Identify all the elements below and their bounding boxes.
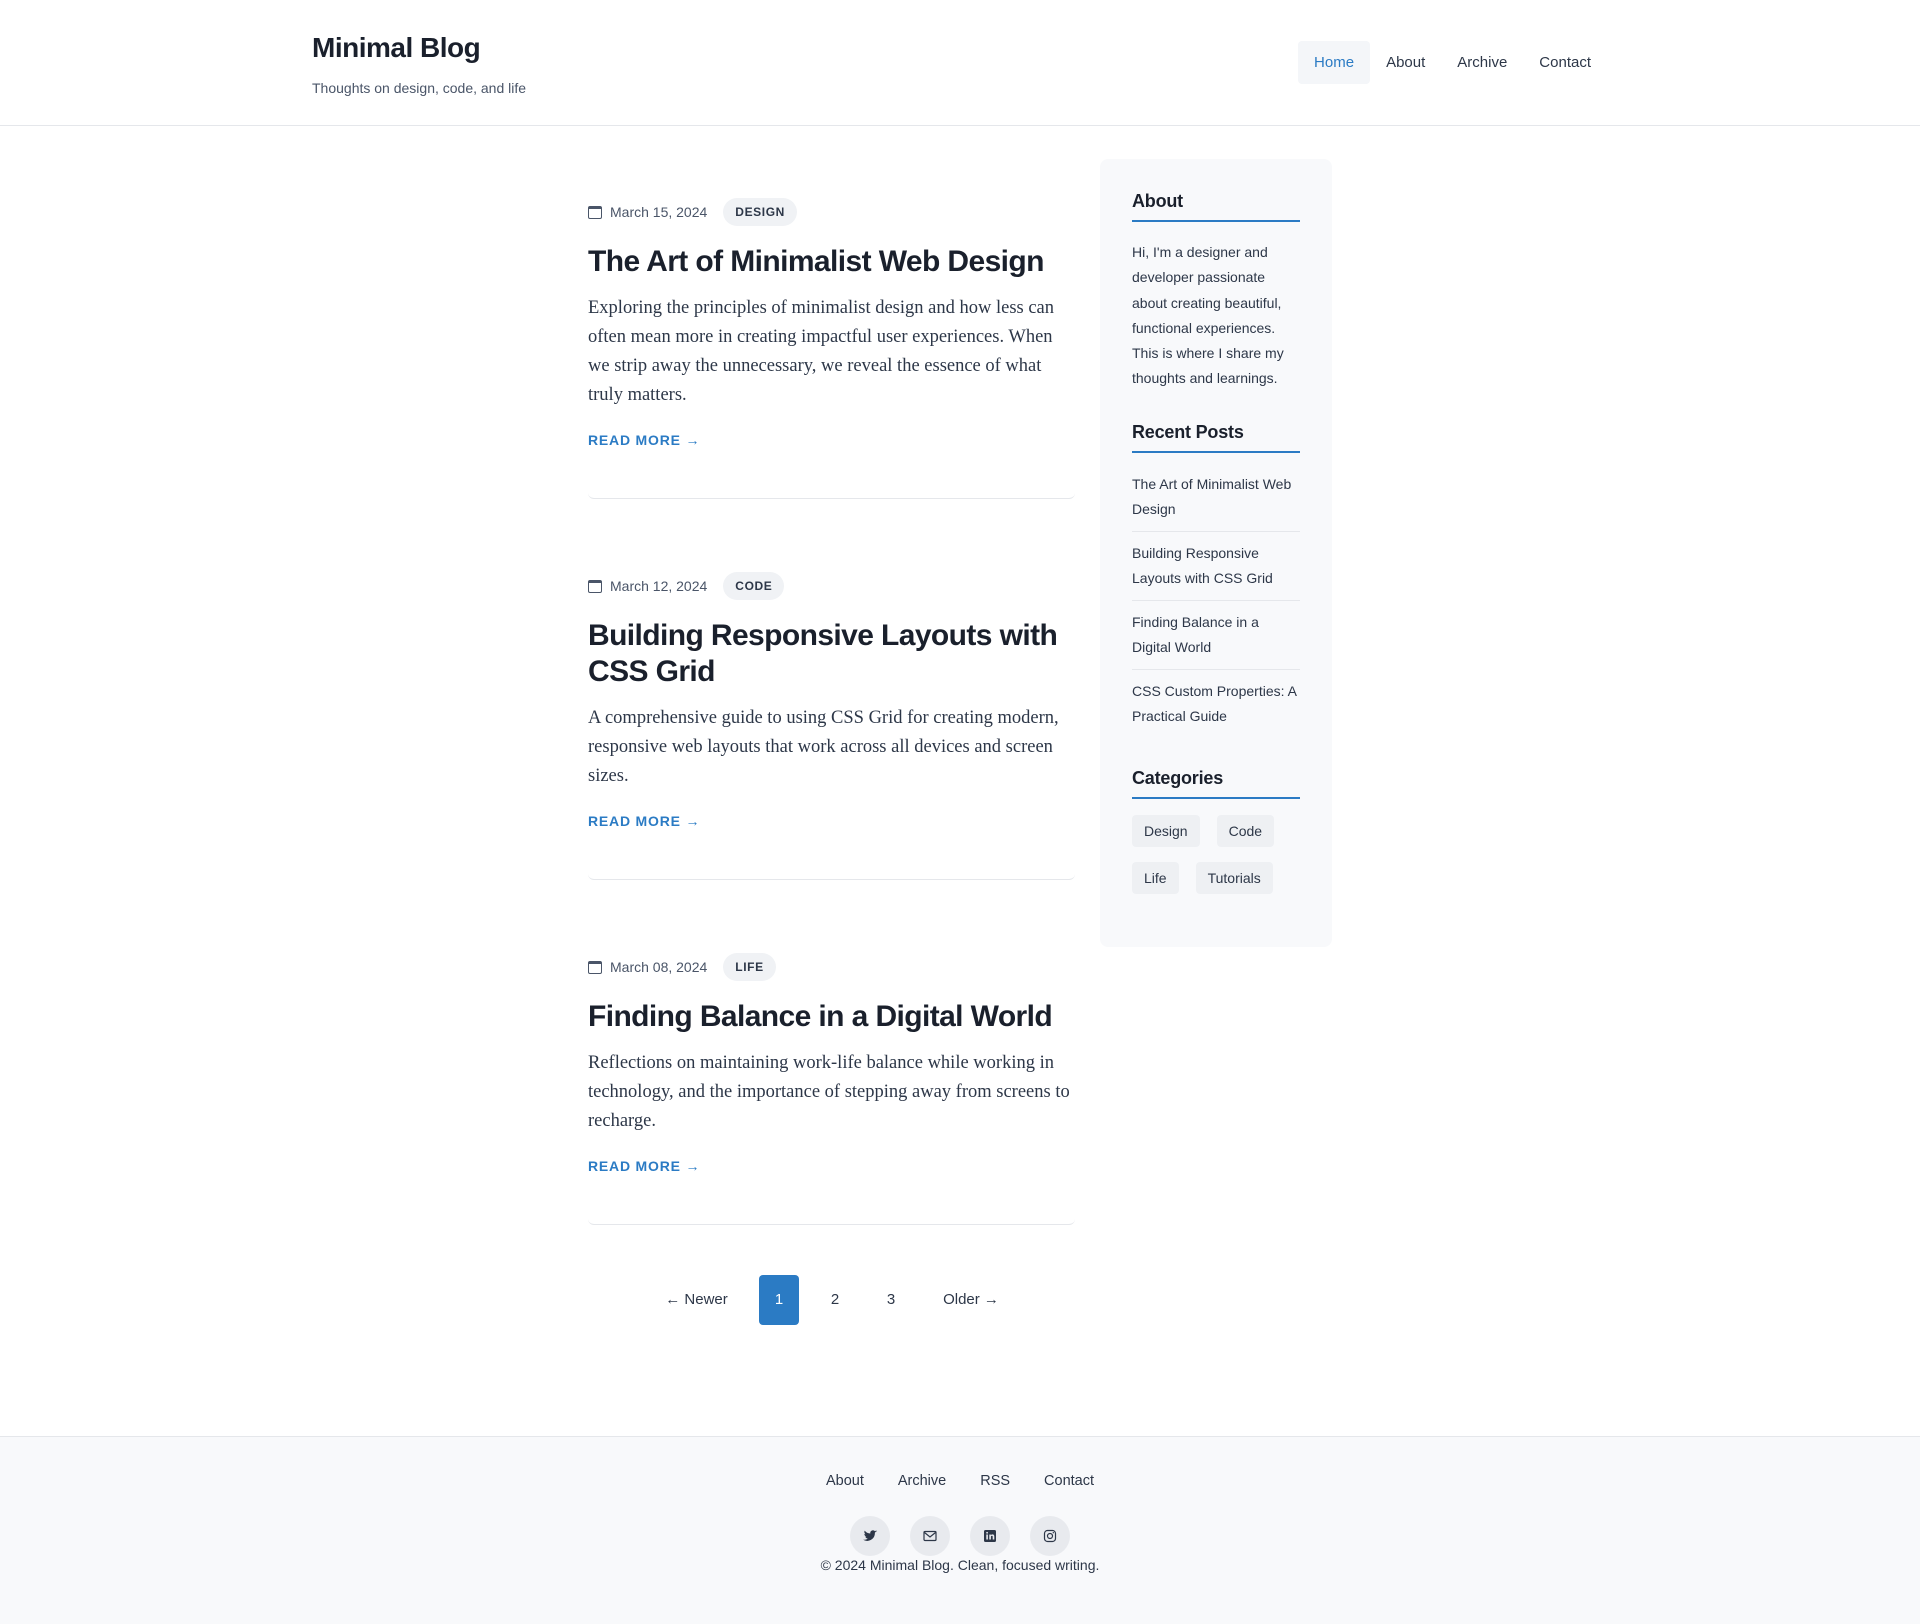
- calendar-icon: [588, 579, 602, 593]
- categories-list: Design Code Life Tutorials: [1132, 814, 1300, 894]
- post-title[interactable]: The Art of Minimalist Web Design: [588, 244, 1075, 280]
- nav-about[interactable]: About: [1370, 41, 1441, 84]
- categories-widget: Categories Design Code Life Tutorials: [1132, 768, 1300, 894]
- calendar-icon: [588, 205, 602, 219]
- recent-posts-title: Recent Posts: [1132, 422, 1300, 453]
- post-meta: March 15, 2024 DESIGN: [588, 198, 1075, 226]
- sidebar: About Hi, I'm a designer and developer p…: [1100, 159, 1332, 947]
- post-card: March 12, 2024 CODE Building Responsive …: [588, 572, 1075, 880]
- linkedin-icon[interactable]: [970, 1516, 1010, 1556]
- post-excerpt: A comprehensive guide to using CSS Grid …: [588, 708, 1059, 786]
- instagram-icon[interactable]: [1030, 1516, 1070, 1556]
- post-excerpt: Exploring the principles of minimalist d…: [588, 298, 1055, 405]
- about-text: Hi, I'm a designer and developer passion…: [1132, 244, 1284, 387]
- post-meta: March 12, 2024 CODE: [588, 572, 1075, 600]
- recent-post-link[interactable]: Building Responsive Layouts with CSS Gri…: [1132, 532, 1300, 601]
- pagination: ← Newer 1 2 3 Older →: [650, 1275, 1020, 1325]
- recent-posts-widget: Recent Posts The Art of Minimalist Web D…: [1132, 422, 1300, 738]
- about-widget: About Hi, I'm a designer and developer p…: [1132, 191, 1300, 392]
- site-header: Minimal Blog Thoughts on design, code, a…: [0, 0, 1920, 126]
- recent-post-link[interactable]: The Art of Minimalist Web Design: [1132, 463, 1300, 532]
- category-design[interactable]: Design: [1132, 814, 1200, 847]
- read-more-link[interactable]: READ MORE →: [588, 432, 700, 448]
- read-more-link[interactable]: READ MORE →: [588, 813, 700, 829]
- older-page-link[interactable]: Older →: [922, 1275, 1020, 1325]
- category-code[interactable]: Code: [1216, 814, 1275, 847]
- page-2-link[interactable]: 2: [815, 1275, 855, 1325]
- read-more-link[interactable]: READ MORE →: [588, 1158, 700, 1174]
- nav-archive[interactable]: Archive: [1441, 41, 1523, 84]
- post-date: March 12, 2024: [610, 578, 708, 594]
- post-tag[interactable]: LIFE: [723, 953, 776, 981]
- recent-posts-list: The Art of Minimalist Web Design Buildin…: [1132, 463, 1300, 738]
- nav-contact[interactable]: Contact: [1523, 41, 1607, 84]
- footer-link-rss[interactable]: RSS: [963, 1473, 1027, 1489]
- category-life[interactable]: Life: [1132, 861, 1179, 894]
- newer-page-link[interactable]: ← Newer: [650, 1275, 743, 1325]
- twitter-icon[interactable]: [850, 1516, 890, 1556]
- footer-nav: About Archive RSS Contact: [0, 1473, 1920, 1489]
- social-links: [0, 1516, 1920, 1556]
- page-3-link[interactable]: 3: [871, 1275, 911, 1325]
- site-title[interactable]: Minimal Blog: [312, 32, 481, 64]
- post-tag[interactable]: CODE: [723, 572, 785, 600]
- post-date: March 08, 2024: [610, 959, 708, 975]
- post-date: March 15, 2024: [610, 204, 708, 220]
- post-tag[interactable]: DESIGN: [723, 198, 797, 226]
- site-footer: About Archive RSS Contact: [0, 1436, 1920, 1624]
- calendar-icon: [588, 960, 602, 974]
- post-card: March 15, 2024 DESIGN The Art of Minimal…: [588, 198, 1075, 499]
- site-tagline: Thoughts on design, code, and life: [312, 80, 527, 96]
- copyright-text: © 2024 Minimal Blog. Clean, focused writ…: [820, 1557, 1100, 1573]
- about-widget-title: About: [1132, 191, 1300, 222]
- category-tutorials[interactable]: Tutorials: [1195, 861, 1273, 894]
- page-1-link[interactable]: 1: [759, 1275, 799, 1325]
- footer-link-about[interactable]: About: [809, 1473, 881, 1489]
- post-meta: March 08, 2024 LIFE: [588, 953, 1075, 981]
- mail-icon[interactable]: [910, 1516, 950, 1556]
- footer-link-archive[interactable]: Archive: [881, 1473, 963, 1489]
- footer-link-contact[interactable]: Contact: [1027, 1473, 1111, 1489]
- post-title[interactable]: Building Responsive Layouts with CSS Gri…: [588, 618, 1075, 690]
- post-card: March 08, 2024 LIFE Finding Balance in a…: [588, 953, 1075, 1225]
- nav-home[interactable]: Home: [1298, 41, 1371, 84]
- recent-post-link[interactable]: Finding Balance in a Digital World: [1132, 601, 1300, 670]
- recent-post-link[interactable]: CSS Custom Properties: A Practical Guide: [1132, 670, 1300, 738]
- categories-title: Categories: [1132, 768, 1300, 799]
- main-nav: Home About Archive Contact: [1298, 41, 1607, 84]
- post-excerpt: Reflections on maintaining work-life bal…: [588, 1053, 1070, 1131]
- post-title[interactable]: Finding Balance in a Digital World: [588, 999, 1075, 1035]
